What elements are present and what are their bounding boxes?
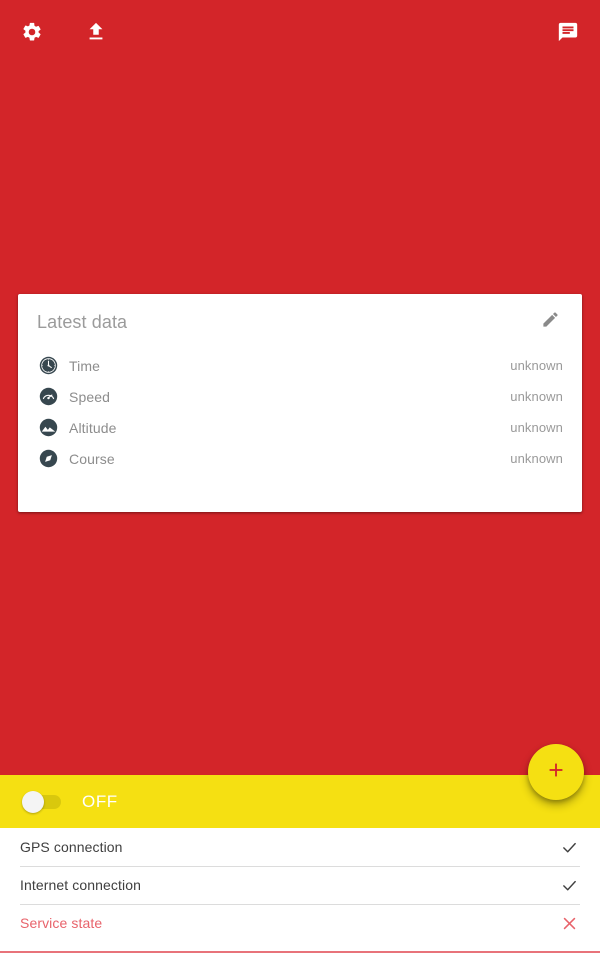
compass-icon	[37, 448, 59, 470]
status-label: Internet connection	[20, 877, 141, 893]
plus-icon	[545, 759, 567, 786]
data-row-label: Altitude	[69, 419, 117, 436]
check-icon	[558, 839, 580, 856]
data-row-label: Time	[69, 357, 100, 374]
data-row: Time unknown	[37, 350, 563, 381]
data-row-label: Speed	[69, 388, 110, 405]
settings-button[interactable]	[0, 0, 64, 64]
mountain-icon	[37, 417, 59, 439]
card-header: Latest data	[18, 294, 582, 350]
data-row-value: unknown	[510, 358, 563, 373]
data-row: Speed unknown	[37, 381, 563, 412]
data-row-value: unknown	[510, 420, 563, 435]
latest-data-card: Latest data Time unknown Speed unknown A…	[18, 294, 582, 512]
data-row-value: unknown	[510, 389, 563, 404]
clock-icon	[37, 355, 59, 377]
add-fab-button[interactable]	[528, 744, 584, 800]
status-row-service-state[interactable]: Service state	[0, 904, 600, 942]
edit-button[interactable]	[536, 308, 564, 336]
status-list: GPS connection Internet connection Servi…	[0, 828, 600, 953]
gear-icon	[21, 21, 43, 43]
app-bar-left-actions	[0, 0, 128, 64]
switch-thumb	[22, 790, 44, 813]
status-row-internet-connection[interactable]: Internet connection	[0, 866, 600, 904]
cross-icon	[558, 915, 580, 932]
service-toggle-state-label: OFF	[82, 791, 118, 811]
upload-icon	[85, 21, 107, 43]
data-row-value: unknown	[510, 451, 563, 466]
data-row-label: Course	[69, 450, 115, 467]
pencil-icon	[541, 310, 560, 334]
service-toggle-bar: OFF	[0, 775, 600, 828]
status-row-gps-connection[interactable]: GPS connection	[0, 828, 600, 866]
service-toggle-switch[interactable]	[22, 790, 64, 813]
status-label: Service state	[20, 915, 103, 931]
card-title: Latest data	[37, 311, 128, 332]
chat-icon	[557, 21, 579, 43]
app-bar-right-actions	[536, 0, 600, 64]
messages-button[interactable]	[536, 0, 600, 64]
speedometer-icon	[37, 386, 59, 408]
upload-button[interactable]	[64, 0, 128, 64]
data-row: Course unknown	[37, 443, 563, 474]
check-icon	[558, 877, 580, 894]
data-row: Altitude unknown	[37, 412, 563, 443]
latest-data-rows: Time unknown Speed unknown Altitude unkn…	[18, 350, 582, 474]
app-bar	[0, 0, 600, 64]
status-label: GPS connection	[20, 839, 123, 855]
